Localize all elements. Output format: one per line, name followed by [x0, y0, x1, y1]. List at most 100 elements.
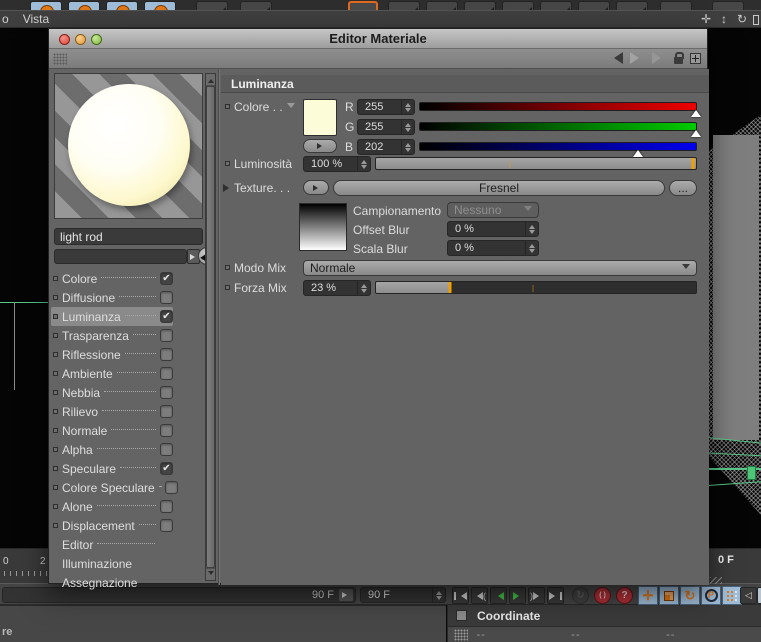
channel-riflessione[interactable]: Riflessione: [51, 345, 173, 364]
keyframe-record-button[interactable]: ( ): [594, 587, 611, 604]
channel-checkbox[interactable]: [160, 405, 173, 418]
play-forward-button[interactable]: [509, 587, 526, 604]
track-dot[interactable]: [225, 104, 230, 109]
channel-checkbox[interactable]: [160, 443, 173, 456]
close-button[interactable]: [59, 34, 70, 45]
coordinate-system-button[interactable]: P: [701, 586, 721, 605]
blue-slider[interactable]: [419, 142, 697, 157]
move-tool-button[interactable]: ✛: [638, 586, 658, 605]
toolbar-button[interactable]: [660, 1, 692, 10]
rotate-view-icon[interactable]: ↻: [735, 12, 749, 26]
channel-checkbox[interactable]: [160, 424, 173, 437]
scale-blur-spinner[interactable]: 0 %: [447, 240, 539, 256]
channel-checkbox[interactable]: [160, 500, 173, 513]
coordinate-header[interactable]: Coordinate: [448, 605, 761, 627]
tab-editor[interactable]: Editor: [51, 535, 173, 554]
viewport-right[interactable]: [708, 28, 761, 548]
channel-checkbox[interactable]: [160, 386, 173, 399]
minimize-button[interactable]: [75, 34, 86, 45]
expand-triangle-icon[interactable]: [223, 184, 233, 192]
offset-blur-spinner[interactable]: 0 %: [447, 221, 539, 237]
toolbar-button[interactable]: [144, 1, 176, 10]
mix-strength-slider-handle[interactable]: [448, 282, 452, 293]
play-backward-button[interactable]: [490, 587, 507, 604]
document-button[interactable]: [757, 587, 761, 604]
channel-luminanza-selected[interactable]: Luminanza ✔: [51, 307, 173, 326]
channel-checkbox[interactable]: [160, 367, 173, 380]
menu-vista[interactable]: Vista: [23, 12, 49, 26]
history-back-icon[interactable]: [608, 52, 623, 64]
channel-ambiente[interactable]: Ambiente: [51, 364, 173, 383]
render-settings-button[interactable]: ◁: [740, 587, 757, 604]
channel-checkbox[interactable]: [160, 348, 173, 361]
next-key-button[interactable]: ): [528, 587, 545, 604]
toolbar-button[interactable]: [426, 1, 458, 10]
toolbar-button[interactable]: [30, 1, 62, 10]
mix-strength-spinner[interactable]: 23 %: [303, 280, 371, 296]
go-to-start-button[interactable]: [452, 587, 469, 604]
stepper-arrows-icon[interactable]: [432, 588, 445, 602]
toolbar-button[interactable]: [68, 1, 100, 10]
toolbar-button[interactable]: [502, 1, 534, 10]
toolbar-button[interactable]: [578, 1, 610, 10]
green-slider[interactable]: [419, 122, 701, 137]
channel-checkbox[interactable]: [164, 481, 178, 494]
panel-divider[interactable]: [218, 69, 220, 585]
channel-alone[interactable]: Alone: [51, 497, 173, 516]
texture-menu-button[interactable]: [303, 180, 329, 195]
current-frame-spinner[interactable]: 90 F: [360, 587, 446, 603]
chevron-down-icon[interactable]: [287, 103, 295, 112]
channel-checkbox[interactable]: ✔: [160, 462, 173, 475]
pan-icon[interactable]: ✛: [699, 12, 713, 26]
channel-speculare[interactable]: Speculare ✔: [51, 459, 173, 478]
red-spinner[interactable]: 255: [357, 99, 415, 115]
red-slider[interactable]: [419, 102, 701, 117]
track-dot[interactable]: [225, 285, 230, 290]
panel-resize-grip[interactable]: [710, 577, 722, 584]
blue-spinner[interactable]: 202: [357, 139, 415, 155]
autokey-help-button[interactable]: ?: [616, 587, 633, 604]
rotate-tool-button[interactable]: ↻: [680, 586, 700, 605]
channel-rilievo[interactable]: Rilievo: [51, 402, 173, 421]
toolbar-button[interactable]: [540, 1, 572, 10]
preview-scene-field[interactable]: [54, 249, 187, 264]
channel-nebbia[interactable]: Nebbia: [51, 383, 173, 402]
texture-shader-button[interactable]: Fresnel: [333, 180, 665, 196]
scroll-down-icon[interactable]: [206, 569, 215, 580]
axis-lock-button[interactable]: [722, 586, 742, 605]
left-scrollbar[interactable]: [205, 73, 216, 581]
drag-handle-icon[interactable]: [454, 628, 469, 641]
go-to-end-button[interactable]: [547, 587, 564, 604]
brightness-slider[interactable]: [375, 157, 697, 170]
scale-tool-button[interactable]: [659, 586, 679, 605]
scrollbar-thumb[interactable]: [206, 86, 215, 568]
texture-browse-button[interactable]: ...: [669, 180, 697, 196]
material-preview[interactable]: [54, 73, 203, 219]
channel-checkbox[interactable]: ✔: [160, 310, 173, 323]
material-name-field[interactable]: light rod: [54, 228, 203, 245]
previous-key-button[interactable]: (: [471, 587, 488, 604]
toolbar-button[interactable]: [712, 1, 744, 10]
channel-alpha[interactable]: Alpha: [51, 440, 173, 459]
track-dot[interactable]: [225, 265, 230, 270]
tab-assegnazione[interactable]: Assegnazione: [51, 573, 173, 592]
light-object-handle[interactable]: [747, 466, 756, 480]
toolbar-button[interactable]: [616, 1, 648, 10]
toolbar-button[interactable]: [196, 1, 228, 10]
channel-colore[interactable]: Colore ✔: [51, 269, 173, 288]
switch-view-icon[interactable]: [753, 15, 759, 25]
zoom-icon[interactable]: ↕: [717, 12, 731, 26]
mix-strength-slider[interactable]: [375, 281, 697, 294]
channel-displacement[interactable]: Displacement: [51, 516, 173, 535]
scroll-up-icon[interactable]: [206, 74, 215, 85]
blue-slider-handle[interactable]: [633, 145, 644, 157]
color-picker-button[interactable]: [303, 139, 337, 153]
brightness-slider-handle[interactable]: [691, 158, 695, 169]
color-swatch[interactable]: [303, 99, 337, 136]
green-spinner[interactable]: 255: [357, 119, 415, 135]
drag-handle-icon[interactable]: [53, 53, 67, 65]
channel-checkbox[interactable]: [160, 291, 173, 304]
channel-diffusione[interactable]: Diffusione: [51, 288, 173, 307]
channel-checkbox[interactable]: [160, 329, 173, 342]
window-titlebar[interactable]: Editor Materiale: [49, 29, 707, 49]
